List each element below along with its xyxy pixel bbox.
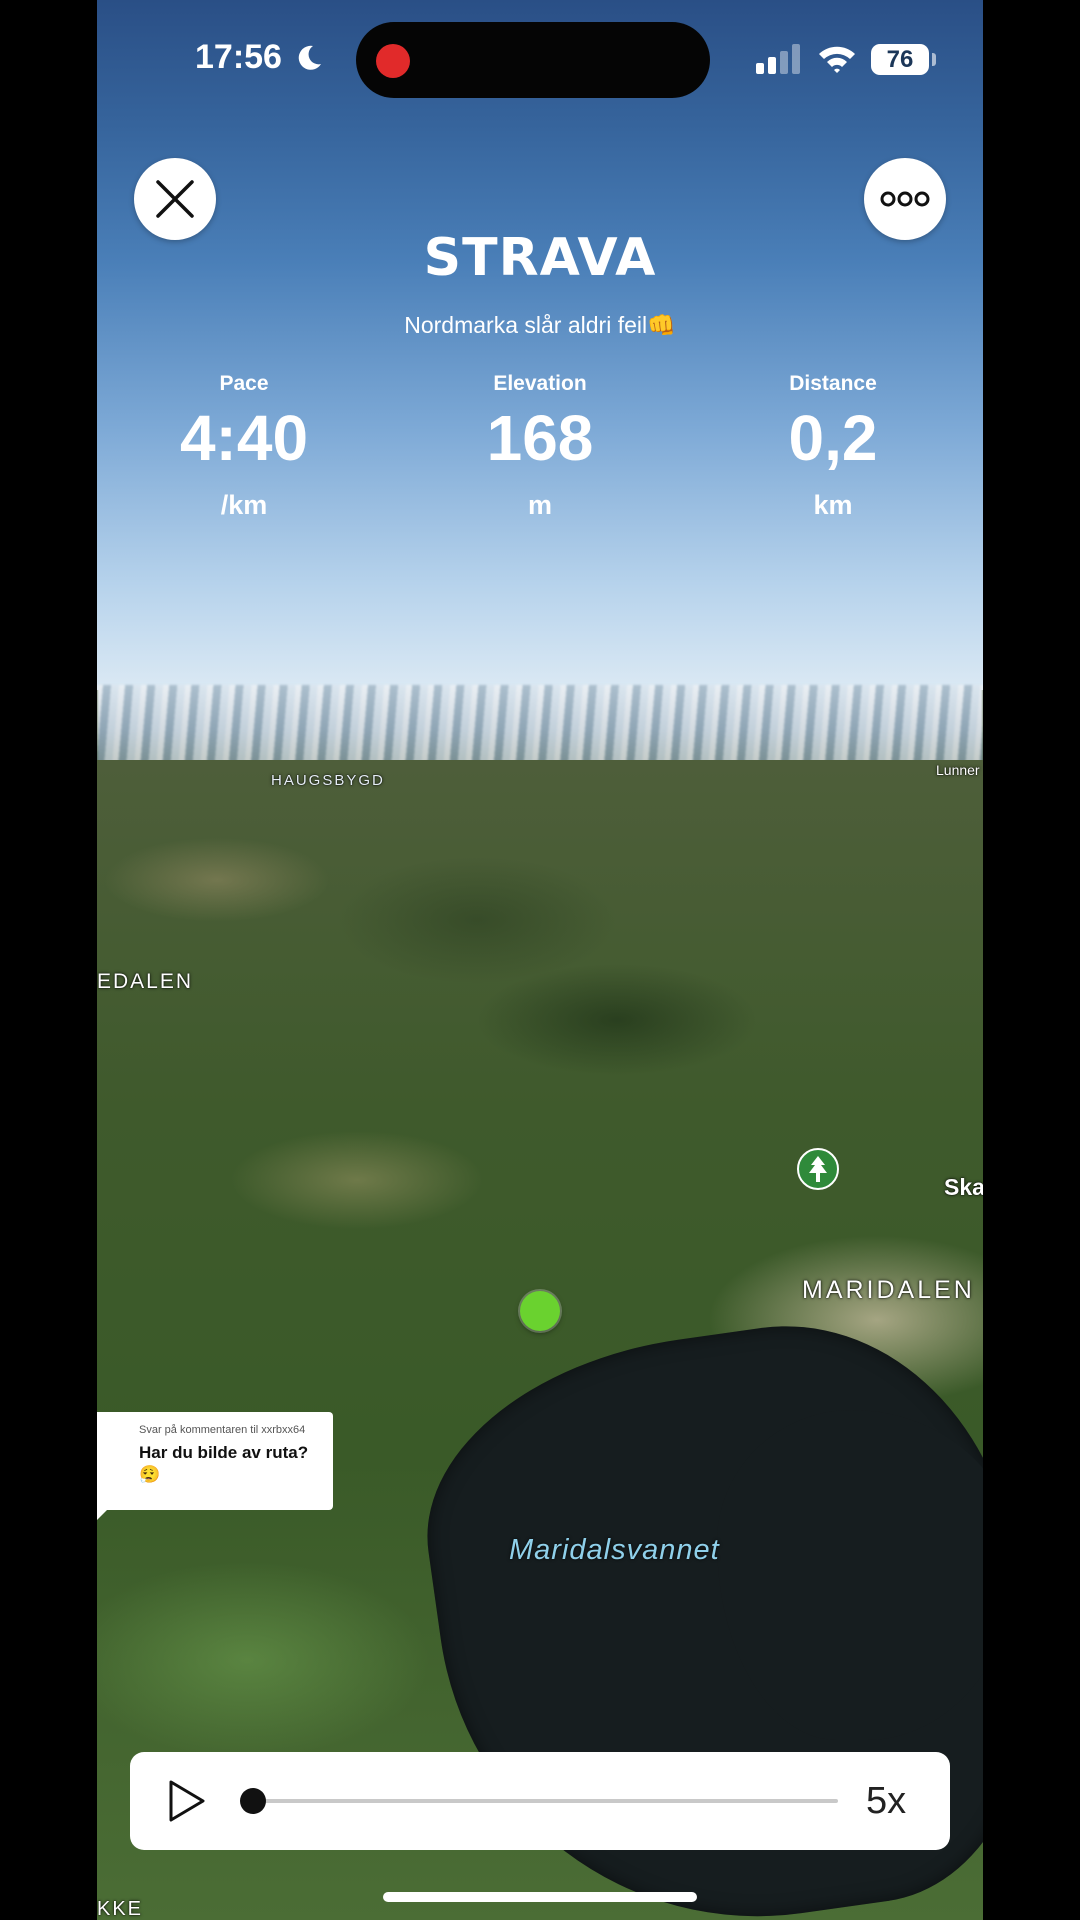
stat-unit: /km <box>220 490 268 520</box>
stat-elevation: Elevation 168 m <box>420 372 660 521</box>
stat-distance: Distance 0,2 km <box>713 372 953 521</box>
strava-logo: STRAVA <box>423 228 657 288</box>
map-label-lake: Maridalsvannet <box>509 1534 720 1566</box>
map-label-lunner: Lunner <box>936 762 980 778</box>
comment-reply-bubble[interactable]: Svar på kommentaren til xxrbxx64 Har du … <box>97 1412 333 1522</box>
status-time: 17:56 <box>195 38 282 76</box>
close-icon <box>156 180 194 218</box>
map-label-edalen: EDALEN <box>97 970 194 993</box>
do-not-disturb-moon-icon <box>298 45 321 70</box>
home-indicator[interactable] <box>383 1892 697 1902</box>
stat-label: Pace <box>219 372 269 395</box>
phone-screen: HAUGSBYGD Lunner EDALEN Ska MARIDALEN KK… <box>97 0 983 1920</box>
activity-title: Nordmarka slår aldri feil👊 <box>404 312 676 338</box>
battery-nub <box>932 53 936 66</box>
stat-label: Elevation <box>493 372 587 395</box>
stat-unit: km <box>813 490 853 520</box>
dynamic-island <box>356 22 710 98</box>
comment-text: Har du bilde av ruta?😮‍💨 <box>139 1443 309 1484</box>
lake-water-east <box>717 1410 983 1740</box>
playback-bar: 5x <box>130 1752 950 1850</box>
battery-indicator: 76 <box>871 44 929 75</box>
more-icon <box>880 191 930 207</box>
map-label-kke: KKE <box>97 1898 144 1920</box>
map-label-maridalen: MARIDALEN <box>802 1276 975 1304</box>
stat-value: 168 <box>486 402 594 474</box>
stat-pace: Pace 4:40 /km <box>124 372 364 521</box>
stat-label: Distance <box>789 372 877 395</box>
stat-value: 0,2 <box>788 402 878 474</box>
cellular-signal-icon <box>756 44 800 74</box>
play-button[interactable] <box>168 1779 206 1823</box>
current-position-marker <box>520 1291 560 1331</box>
tree-icon[interactable] <box>797 1148 839 1190</box>
recording-indicator-icon <box>376 44 410 78</box>
map-label-ska: Ska <box>944 1174 983 1200</box>
sky <box>97 0 983 690</box>
reply-label: Svar på kommentaren til xxrbxx64 <box>139 1424 306 1436</box>
map-label-haugsbygd: HAUGSBYGD <box>271 772 385 789</box>
playback-scrubber-knob[interactable] <box>240 1788 266 1814</box>
stat-value: 4:40 <box>179 402 309 474</box>
wifi-icon <box>819 46 855 73</box>
playback-speed-button[interactable]: 5x <box>866 1780 906 1823</box>
playback-track[interactable] <box>254 1799 838 1803</box>
stat-unit: m <box>527 490 552 520</box>
